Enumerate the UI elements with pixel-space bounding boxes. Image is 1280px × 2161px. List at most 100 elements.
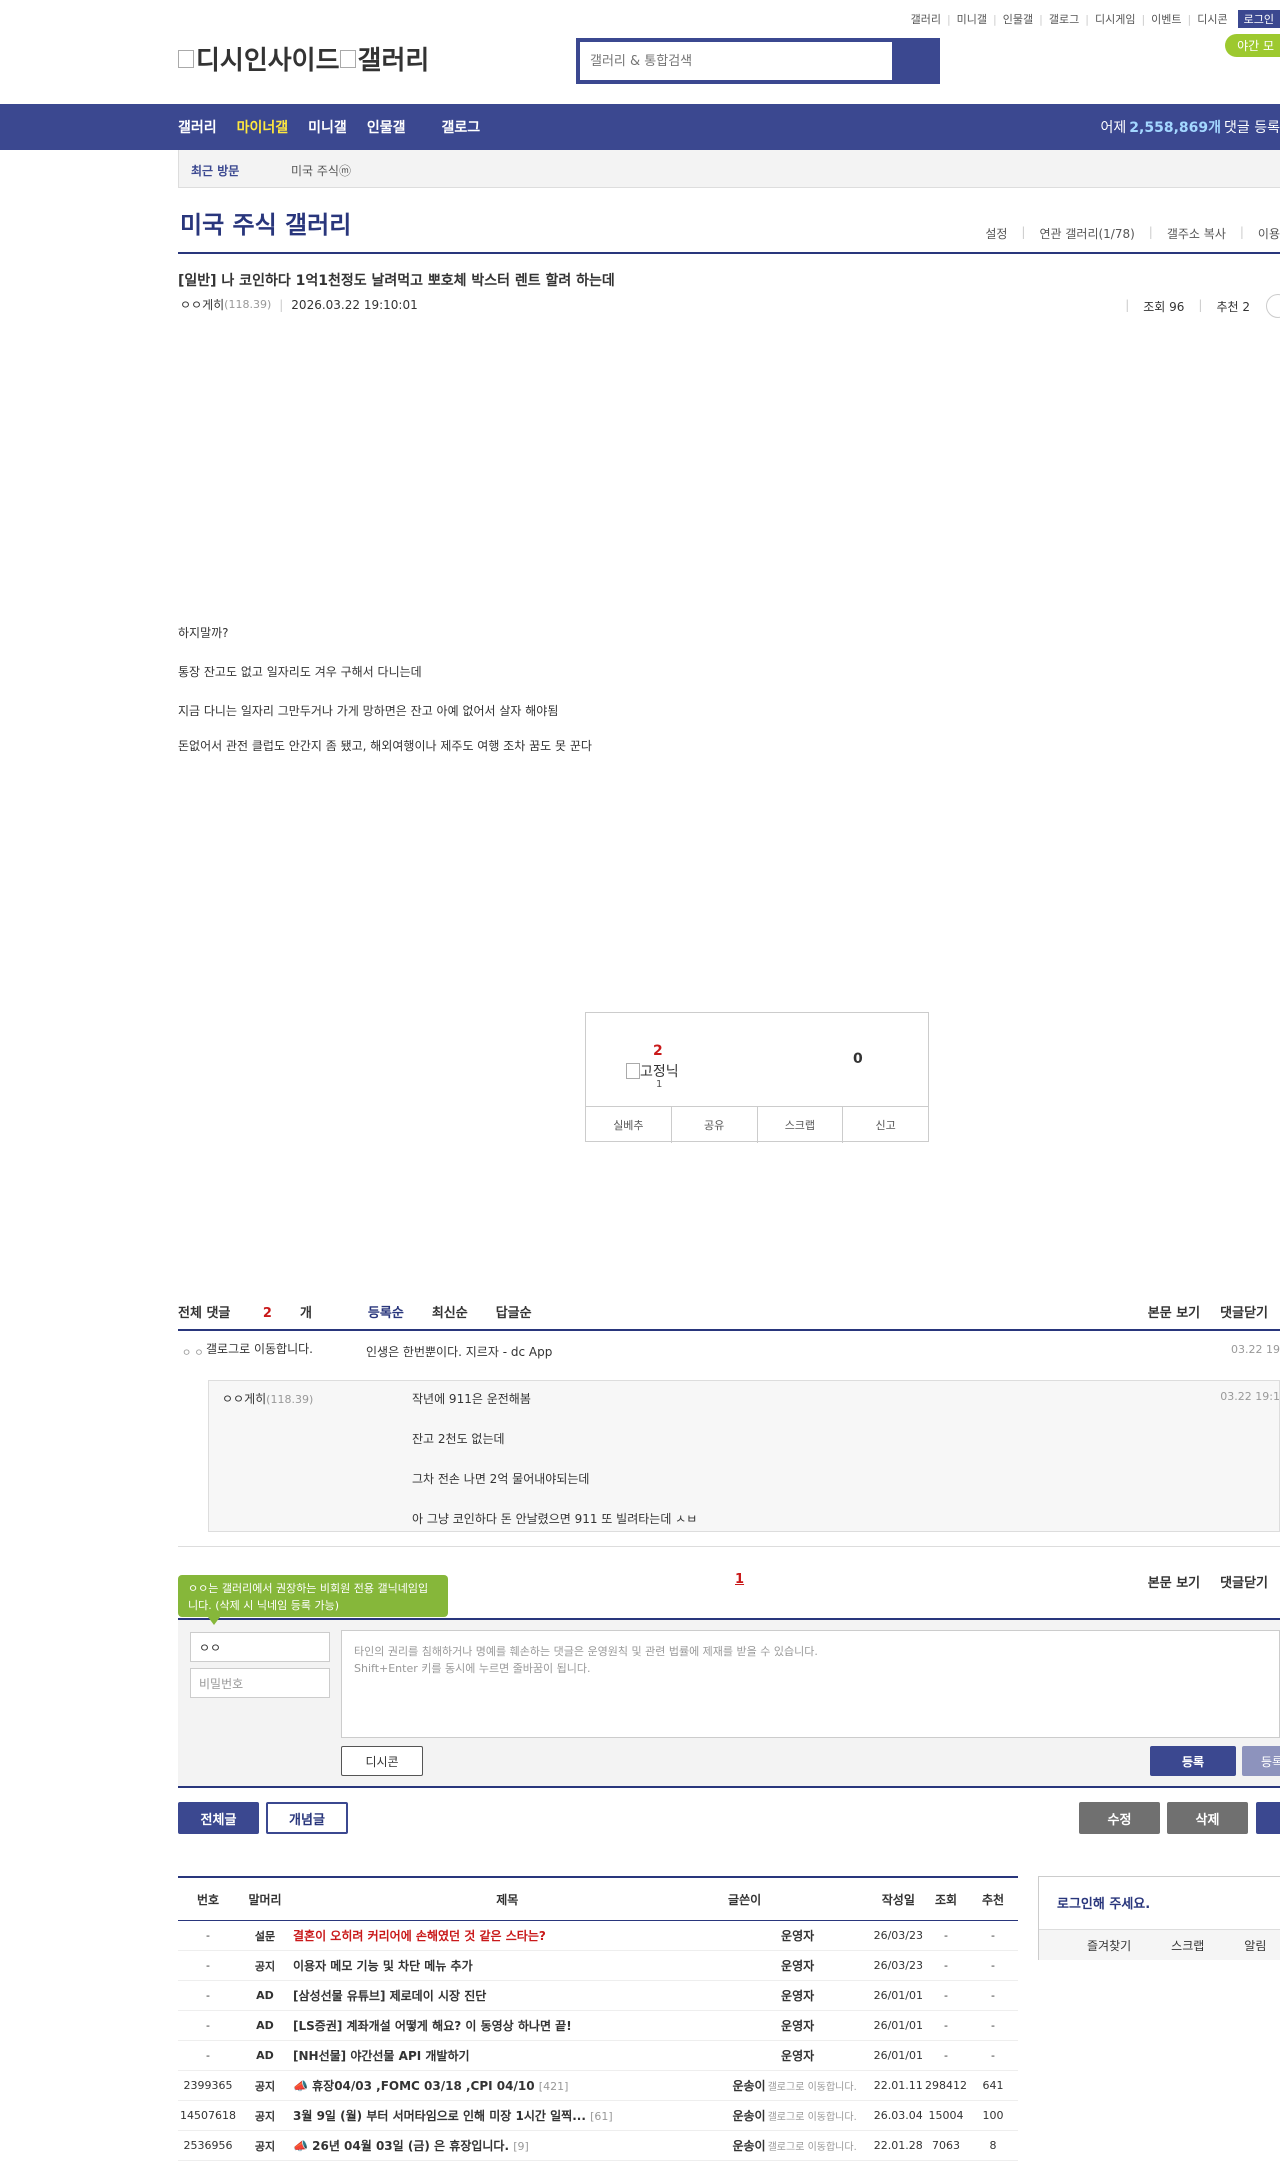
reply-line: 잔고 2천도 없는데 <box>412 1432 505 1446</box>
post-writer[interactable]: 운영자 <box>722 1980 873 2011</box>
reply-author[interactable]: ㅇㅇ게히(118.39) <box>222 1390 313 1407</box>
search-input[interactable] <box>580 42 892 80</box>
post-title-link[interactable]: [NH선물] 야간선물 API 개발하기 <box>292 2040 723 2071</box>
post-writer[interactable]: 운송이 <box>722 2070 767 2101</box>
gallery-title[interactable]: 미국 주식 갤러리 <box>180 205 351 240</box>
view-body-link[interactable]: 본문 보기 <box>1148 1572 1200 1591</box>
submit-recommend-button[interactable]: 등록 <box>1242 1746 1280 1776</box>
util-link-dcgame[interactable]: 디시게임 <box>1095 11 1135 27</box>
search-button[interactable] <box>892 42 936 80</box>
fixed-nick-count: 1 <box>656 1079 663 1090</box>
gallery-option-usage[interactable]: 이용 <box>1258 225 1280 242</box>
table-row[interactable]: - 설문 결혼이 오히려 커리어에 손해였던 것 같은 스타는? 운영자 26/03/… <box>178 1920 1018 1951</box>
comment-page-1[interactable]: 1 <box>735 1572 744 1587</box>
comment-count[interactable]: [9] <box>513 2140 529 2153</box>
comment-author[interactable]: ㅇ ㅇ <box>182 1344 204 1359</box>
col-header: 번호 <box>178 1876 238 1921</box>
post-number: - <box>178 1950 238 1981</box>
util-link-gallery[interactable]: 갤러리 <box>911 11 941 27</box>
gallog-link[interactable]: 갤로그로 이동합니다. <box>206 1343 336 1356</box>
table-row[interactable]: - AD [LS증권] 계좌개설 어떻게 해요? 이 동영상 하나면 끝! 운영자 2… <box>178 2010 1018 2041</box>
util-link-persongall[interactable]: 인물갤 <box>1003 11 1033 27</box>
sort-latest[interactable]: 최신순 <box>432 1302 468 1321</box>
table-row[interactable]: - AD [NH선물] 야간선물 API 개발하기 운영자 26/01/01- - <box>178 2040 1018 2071</box>
recommend-up-count[interactable]: 2 <box>653 1043 663 1059</box>
write-button[interactable] <box>1256 1802 1280 1834</box>
close-comments-link[interactable]: 댓글닫기 <box>1220 1572 1268 1591</box>
more-options-icon[interactable] <box>1266 294 1280 318</box>
scrap-button[interactable]: 스크랩 <box>758 1107 844 1143</box>
gallog-link[interactable]: 갤로그로 이동합니다. <box>766 2100 873 2131</box>
nav-item-gallery[interactable]: 갤러리 <box>178 117 217 137</box>
util-link-dccon[interactable]: 디시콘 <box>1197 11 1227 27</box>
nickname-field[interactable]: ㅇㅇ <box>190 1632 330 1662</box>
table-row[interactable]: 2399365 공지 📣 휴장04/03 ,FOMC 03/18 ,CPI 04/1… <box>178 2070 1018 2101</box>
post-views: 7063 <box>924 2130 968 2161</box>
all-posts-button[interactable]: 전체글 <box>178 1802 259 1834</box>
post-writer[interactable]: 운영자 <box>722 2010 873 2041</box>
sort-replies[interactable]: 답글순 <box>496 1302 532 1321</box>
post-number: 2536956 <box>178 2130 238 2161</box>
gallog-link[interactable]: 갤로그로 이동합니다. <box>766 2070 873 2101</box>
post-writer[interactable]: 운영자 <box>722 1920 873 1951</box>
notification-link[interactable]: 알림 <box>1244 1937 1266 1954</box>
recent-gallery-link[interactable]: 미국 주식ⓜ <box>291 162 351 179</box>
comment-count[interactable]: [421] <box>539 2080 569 2093</box>
login-prompt[interactable]: 로그인해 주세요. <box>1057 1893 1150 1912</box>
post-title-link[interactable]: [LS증권] 계좌개설 어떻게 해요? 이 동영상 하나면 끝! <box>292 2010 723 2041</box>
comment-textarea[interactable]: 타인의 권리를 침해하거나 명예를 훼손하는 댓글은 운영원칙 및 관련 법률에… <box>341 1630 1280 1738</box>
recommend-down-count[interactable]: 0 <box>853 1051 863 1067</box>
share-button[interactable]: 공유 <box>672 1107 758 1143</box>
night-mode-toggle[interactable]: 야간 모 <box>1225 34 1280 57</box>
concept-posts-button[interactable]: 개념글 <box>266 1802 348 1834</box>
gallery-option-settings[interactable]: 설정 <box>985 225 1007 242</box>
comment-header-links: 본문 보기 댓글닫기 <box>1128 1302 1268 1321</box>
delete-button[interactable]: 삭제 <box>1167 1802 1248 1834</box>
post-title-link[interactable]: 📣 휴장04/03 ,FOMC 03/18 ,CPI 04/10 [421] <box>292 2070 723 2101</box>
view-body-link[interactable]: 본문 보기 <box>1148 1302 1200 1321</box>
best-recommend-button[interactable]: 실베추 <box>586 1107 672 1143</box>
nav-item-person[interactable]: 인물갤 <box>367 117 406 137</box>
post-recommends: - <box>968 1920 1018 1951</box>
dccon-button[interactable]: 디시콘 <box>341 1746 423 1776</box>
post-writer[interactable]: 운송이 <box>722 2100 767 2131</box>
table-row[interactable]: 14507618 공지 3월 9일 (월) 부터 서머타임으로 인해 미장 1시간 … <box>178 2100 1018 2131</box>
post-title-link[interactable]: 3월 9일 (월) 부터 서머타임으로 인해 미장 1시간 일찍... [61] <box>292 2100 723 2131</box>
util-link-gallog[interactable]: 갤로그 <box>1049 11 1079 27</box>
submit-comment-button[interactable]: 등록 <box>1150 1746 1236 1776</box>
post-ip: (118.39) <box>224 298 272 311</box>
post-writer[interactable]: 운영자 <box>722 2040 873 2071</box>
col-header: 추천 <box>968 1876 1018 1921</box>
sort-registered[interactable]: 등록순 <box>368 1302 404 1321</box>
post-title-link[interactable]: 이용자 메모 기능 및 차단 메뉴 추가 <box>292 1950 723 1981</box>
site-logo[interactable]: 디시인사이드 갤러리 <box>178 40 429 77</box>
gallog-link[interactable]: 갤로그로 이동합니다. <box>766 2130 873 2161</box>
report-button[interactable]: 신고 <box>843 1107 928 1143</box>
gallery-option-copy-url[interactable]: 갤주소 복사 <box>1167 225 1226 242</box>
post-writer[interactable]: 운송이 <box>722 2130 767 2161</box>
comment-count[interactable]: [61] <box>590 2110 613 2123</box>
scrap-link[interactable]: 스크랩 <box>1171 1937 1204 1954</box>
col-header: 조회 <box>924 1876 968 1921</box>
nav-item-minor[interactable]: 마이너갤 <box>237 117 289 137</box>
post-title-link[interactable]: 📣 26년 04월 03일 (금) 은 휴장입니다. [9] <box>292 2130 723 2161</box>
broken-image-icon <box>339 49 356 68</box>
table-row[interactable]: 2536956 공지 📣 26년 04월 03일 (금) 은 휴장입니다. [9] 운… <box>178 2130 1018 2161</box>
post-author[interactable]: ㅇㅇ게히 <box>180 296 224 313</box>
nav-item-mini[interactable]: 미니갤 <box>308 117 347 137</box>
util-link-event[interactable]: 이벤트 <box>1151 11 1181 27</box>
nav-item-gallog[interactable]: 갤로그 <box>441 117 480 137</box>
post-tag: 공지 <box>238 1950 292 1981</box>
post-writer[interactable]: 운영자 <box>722 1950 873 1981</box>
gallery-option-related[interactable]: 연관 갤러리(1/78) <box>1039 225 1134 242</box>
table-row[interactable]: - 공지 이용자 메모 기능 및 차단 메뉴 추가 운영자 26/03/23- - <box>178 1950 1018 1981</box>
password-field[interactable]: 비밀번호 <box>190 1668 330 1698</box>
post-title-link[interactable]: 결혼이 오히려 커리어에 손해였던 것 같은 스타는? <box>292 1920 723 1951</box>
close-comments-link[interactable]: 댓글닫기 <box>1220 1302 1268 1321</box>
edit-button[interactable]: 수정 <box>1079 1802 1160 1834</box>
post-title-link[interactable]: [삼성선물 유튜브] 제로데이 시장 진단 <box>292 1980 723 2011</box>
login-button[interactable]: 로그인 <box>1237 10 1280 28</box>
table-row[interactable]: - AD [삼성선물 유튜브] 제로데이 시장 진단 운영자 26/01/01- - <box>178 1980 1018 2011</box>
favorites-link[interactable]: 즐겨찾기 <box>1087 1937 1131 1954</box>
util-link-minigall[interactable]: 미니갤 <box>957 11 987 27</box>
